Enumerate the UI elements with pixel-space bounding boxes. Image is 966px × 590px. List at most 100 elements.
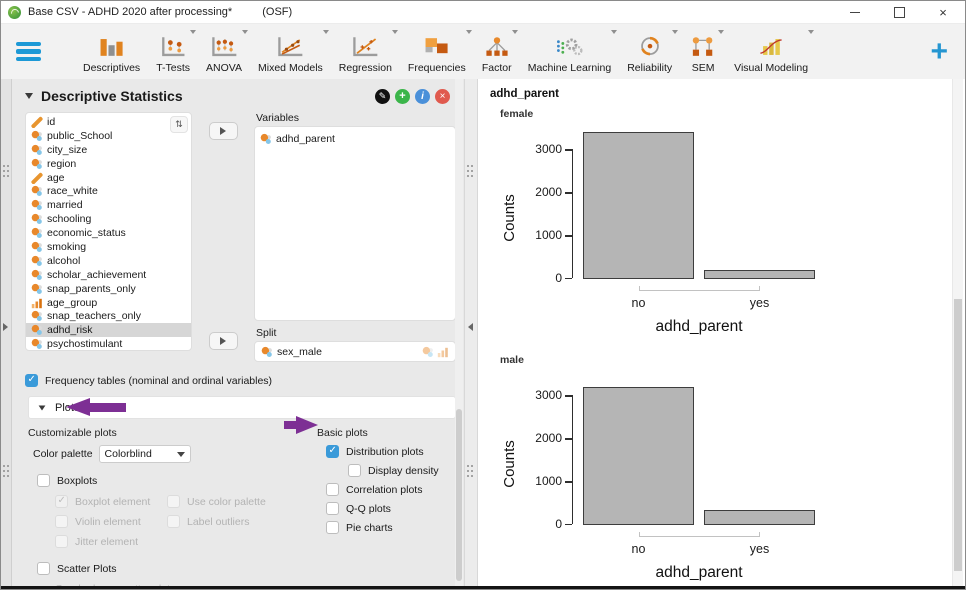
assign-to-variables-button[interactable] — [209, 122, 238, 140]
variable-list-item[interactable]: public_School — [26, 129, 191, 143]
variable-assignment-area: id public_School — [12, 107, 464, 362]
main-menu-button[interactable] — [16, 42, 41, 62]
ribbon-button-regression[interactable]: Regression — [331, 24, 400, 79]
splitter-grip[interactable] — [467, 465, 474, 478]
results-heading: adhd_parent — [490, 88, 965, 100]
analysis-header[interactable]: Descriptive Statistics ✎ + i × — [12, 79, 464, 107]
display-density-checkbox[interactable] — [348, 464, 361, 477]
splitter-grip[interactable] — [3, 165, 10, 178]
qq-plots-checkbox[interactable] — [326, 502, 339, 515]
ordinal-type-hint-icon — [437, 346, 449, 358]
variables-box[interactable]: adhd_parent — [254, 126, 456, 321]
variable-list-item[interactable]: age — [26, 171, 191, 185]
ribbon-button-anova[interactable]: ANOVA — [198, 24, 250, 79]
frequency-tables-option[interactable]: Frequency tables (nominal and ordinal va… — [25, 374, 464, 387]
distribution-plot-male: Counts0100020003000noyesadhd_parent — [486, 368, 965, 586]
annotation-arrow-right — [284, 416, 318, 434]
split-box[interactable]: sex_male — [254, 341, 456, 362]
variable-list-item[interactable]: psychostimulant — [26, 337, 191, 351]
variable-list-item[interactable]: scholar_achievement — [26, 268, 191, 282]
split-variable-wrap: sex_male — [261, 344, 322, 359]
minimize-button[interactable] — [833, 1, 877, 23]
assign-to-split-button[interactable] — [209, 332, 238, 350]
variable-list-item[interactable]: adhd_risk — [26, 323, 191, 337]
sort-variables-button[interactable]: ⇅ — [170, 116, 188, 133]
boxplots-option[interactable]: Boxplots — [37, 474, 317, 487]
correlation-plots-checkbox[interactable] — [326, 483, 339, 496]
ribbon-button-factor[interactable]: Factor — [474, 24, 520, 79]
x-axis-title: adhd_parent — [583, 318, 815, 336]
variable-name: married — [47, 199, 83, 211]
results-scrollbar-thumb[interactable] — [954, 299, 962, 571]
ribbon-button-descriptives[interactable]: Descriptives — [75, 24, 148, 79]
results-scrollbar[interactable] — [952, 79, 963, 586]
remove-analysis-button[interactable]: × — [435, 89, 450, 104]
y-tick-label: 2000 — [512, 431, 562, 445]
variable-list-item[interactable]: region — [26, 157, 191, 171]
ribbon-button-sem[interactable]: SEM — [680, 24, 726, 79]
expand-data-panel-icon[interactable] — [3, 323, 8, 331]
ribbon-button-visual-modeling[interactable]: Visual Modeling — [726, 24, 816, 79]
variable-list-item[interactable]: married — [26, 198, 191, 212]
ribbon-button-machine-learning[interactable]: Machine Learning — [520, 24, 619, 79]
variable-list-item[interactable]: economic_status — [26, 226, 191, 240]
correlation-plots-option[interactable]: Correlation plots — [326, 483, 456, 496]
variable-list-item[interactable]: snap_parents_only — [26, 282, 191, 296]
boxplots-suboptions: Boxplot element Use color palette Violin… — [55, 495, 317, 548]
ribbon-button-t-tests[interactable]: T-Tests — [148, 24, 198, 79]
y-tick-label: 1000 — [512, 228, 562, 242]
data-panel-splitter[interactable] — [1, 79, 12, 586]
customizable-plots-title: Customizable plots — [28, 427, 317, 439]
ribbon-button-mixed-models[interactable]: Mixed Models — [250, 24, 331, 79]
ribbon-button-reliability[interactable]: Reliability — [619, 24, 680, 79]
maximize-button[interactable] — [877, 1, 921, 23]
analysis-header-buttons: ✎ + i × — [375, 89, 454, 104]
frequency-tables-checkbox[interactable] — [25, 374, 38, 387]
t-tests-icon — [158, 32, 188, 60]
variable-type-icon — [31, 310, 43, 322]
ribbon-button-frequencies[interactable]: Frequencies — [400, 24, 474, 79]
scatter-plots-checkbox[interactable] — [37, 562, 50, 575]
variable-list-item[interactable]: snap_teachers_only — [26, 309, 191, 323]
display-density-option[interactable]: Display density — [348, 464, 456, 477]
add-analysis-button[interactable]: + — [930, 39, 948, 65]
variable-name: smoking — [47, 241, 86, 253]
variable-list-item[interactable]: smoking — [26, 240, 191, 254]
edit-title-button[interactable]: ✎ — [375, 89, 390, 104]
dropdown-caret-icon — [466, 30, 472, 34]
analysis-info-button[interactable]: i — [415, 89, 430, 104]
assigned-variable-item[interactable]: adhd_parent — [260, 131, 450, 146]
options-results-splitter[interactable] — [464, 79, 478, 586]
close-button[interactable]: × — [921, 1, 965, 23]
x-category-label: no — [594, 542, 684, 556]
boxplots-checkbox[interactable] — [37, 474, 50, 487]
assign-buttons-column — [192, 112, 254, 362]
options-scrollbar-thumb[interactable] — [456, 409, 462, 581]
anova-icon — [209, 32, 239, 60]
y-tick-mark — [565, 395, 572, 396]
options-scrollbar[interactable] — [455, 79, 463, 586]
variable-list-item[interactable]: schooling — [26, 212, 191, 226]
variable-list-item[interactable]: age_group — [26, 296, 191, 310]
qq-plots-option[interactable]: Q-Q plots — [326, 502, 456, 515]
scatter-plots-option[interactable]: Scatter Plots — [37, 562, 317, 575]
variable-list-item[interactable]: alcohol — [26, 254, 191, 268]
x-category-label: yes — [715, 296, 805, 310]
pie-charts-option[interactable]: Pie charts — [326, 521, 456, 534]
split-variable-item[interactable]: sex_male — [261, 344, 322, 359]
variable-list-item[interactable]: id — [26, 115, 191, 129]
variable-list-item[interactable]: city_size — [26, 143, 191, 157]
pie-charts-checkbox[interactable] — [326, 521, 339, 534]
collapse-options-icon[interactable] — [468, 323, 473, 331]
color-palette-dropdown[interactable]: Colorblind — [99, 445, 191, 463]
available-variables-list[interactable]: id public_School — [25, 112, 192, 351]
distribution-plots-checkbox[interactable] — [326, 445, 339, 458]
splitter-grip[interactable] — [467, 165, 474, 178]
splitter-grip[interactable] — [3, 465, 10, 478]
plots-section-header[interactable]: Plots — [28, 396, 456, 419]
dropdown-caret-icon — [392, 30, 398, 34]
use-color-palette-option: Use color palette — [167, 495, 317, 508]
distribution-plots-option[interactable]: Distribution plots — [326, 445, 456, 458]
duplicate-analysis-button[interactable]: + — [395, 89, 410, 104]
variable-list-item[interactable]: race_white — [26, 184, 191, 198]
